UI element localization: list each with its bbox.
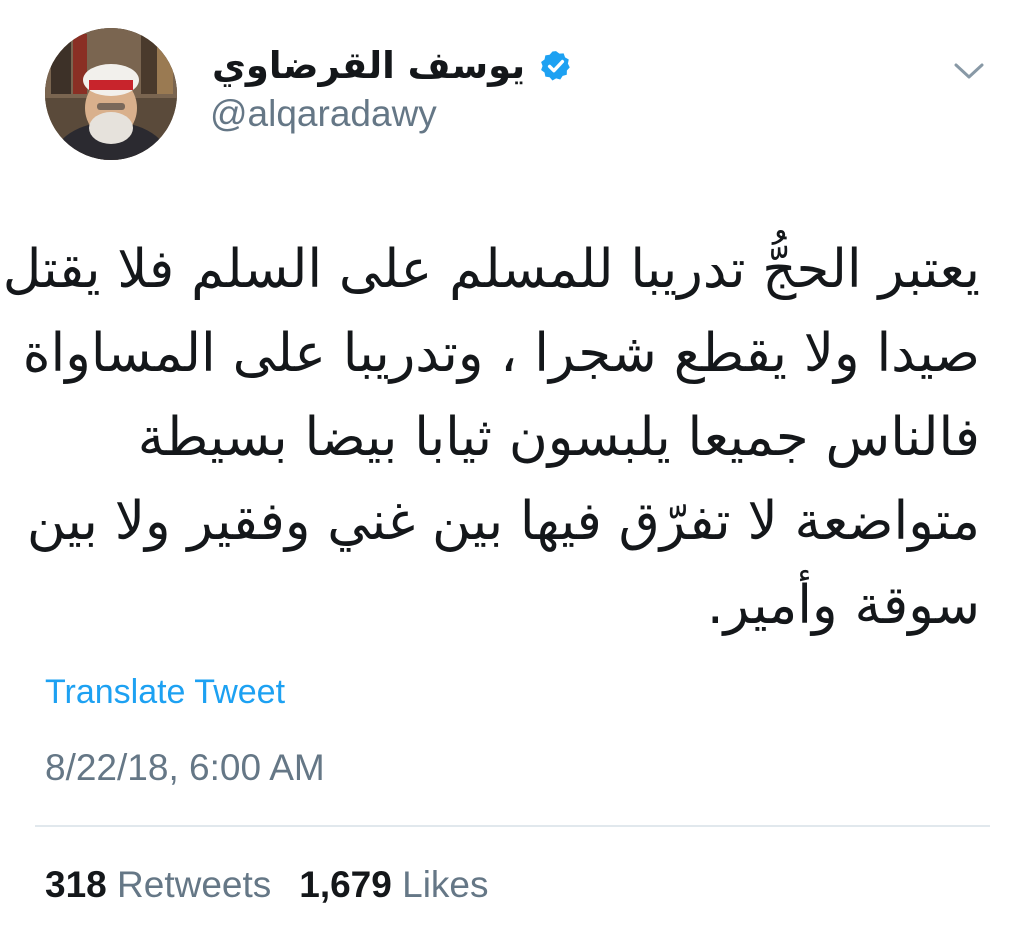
tweet-line: صيدا ولا يقطع شجرا ، وتدريبا على المساوا…: [22, 323, 980, 384]
likes-count: 1,679: [299, 864, 403, 905]
display-name[interactable]: يوسف القرضاوي: [212, 38, 525, 94]
profile-photo: [45, 28, 177, 160]
tweet-line: متواضعة لا تفرّق فيها بين غني وفقير ولا …: [26, 491, 980, 552]
tweet-line: يعتبر الحجُّ تدريبا للمسلم على السلم فلا…: [2, 239, 980, 300]
user-handle[interactable]: @alqaradawy: [210, 92, 437, 136]
engagement-stats: 318 Retweets 1,679 Likes: [45, 862, 489, 908]
tweet-line: فالناس جميعا يلبسون ثيابا بيضا بسيطة: [137, 407, 980, 468]
likes-label: Likes: [402, 864, 489, 905]
retweets-label: Retweets: [117, 864, 272, 905]
tweet-timestamp: 8/22/18, 6:00 AM: [45, 747, 325, 788]
retweets-count: 318: [45, 864, 118, 905]
retweets-stat[interactable]: 318 Retweets: [45, 862, 271, 908]
chevron-down-icon[interactable]: [952, 58, 986, 82]
avatar[interactable]: [45, 28, 177, 160]
likes-stat[interactable]: 1,679 Likes: [299, 862, 488, 908]
display-name-row: يوسف القرضاوي: [212, 38, 573, 94]
divider: [35, 825, 990, 827]
tweet-text: يعتبر الحجُّ تدريبا للمسلم على السلم فلا…: [2, 228, 980, 648]
translate-tweet-link[interactable]: Translate Tweet: [45, 670, 285, 714]
verified-badge-icon: [541, 51, 570, 81]
tweet-line: سوقة وأمير.: [706, 575, 980, 636]
